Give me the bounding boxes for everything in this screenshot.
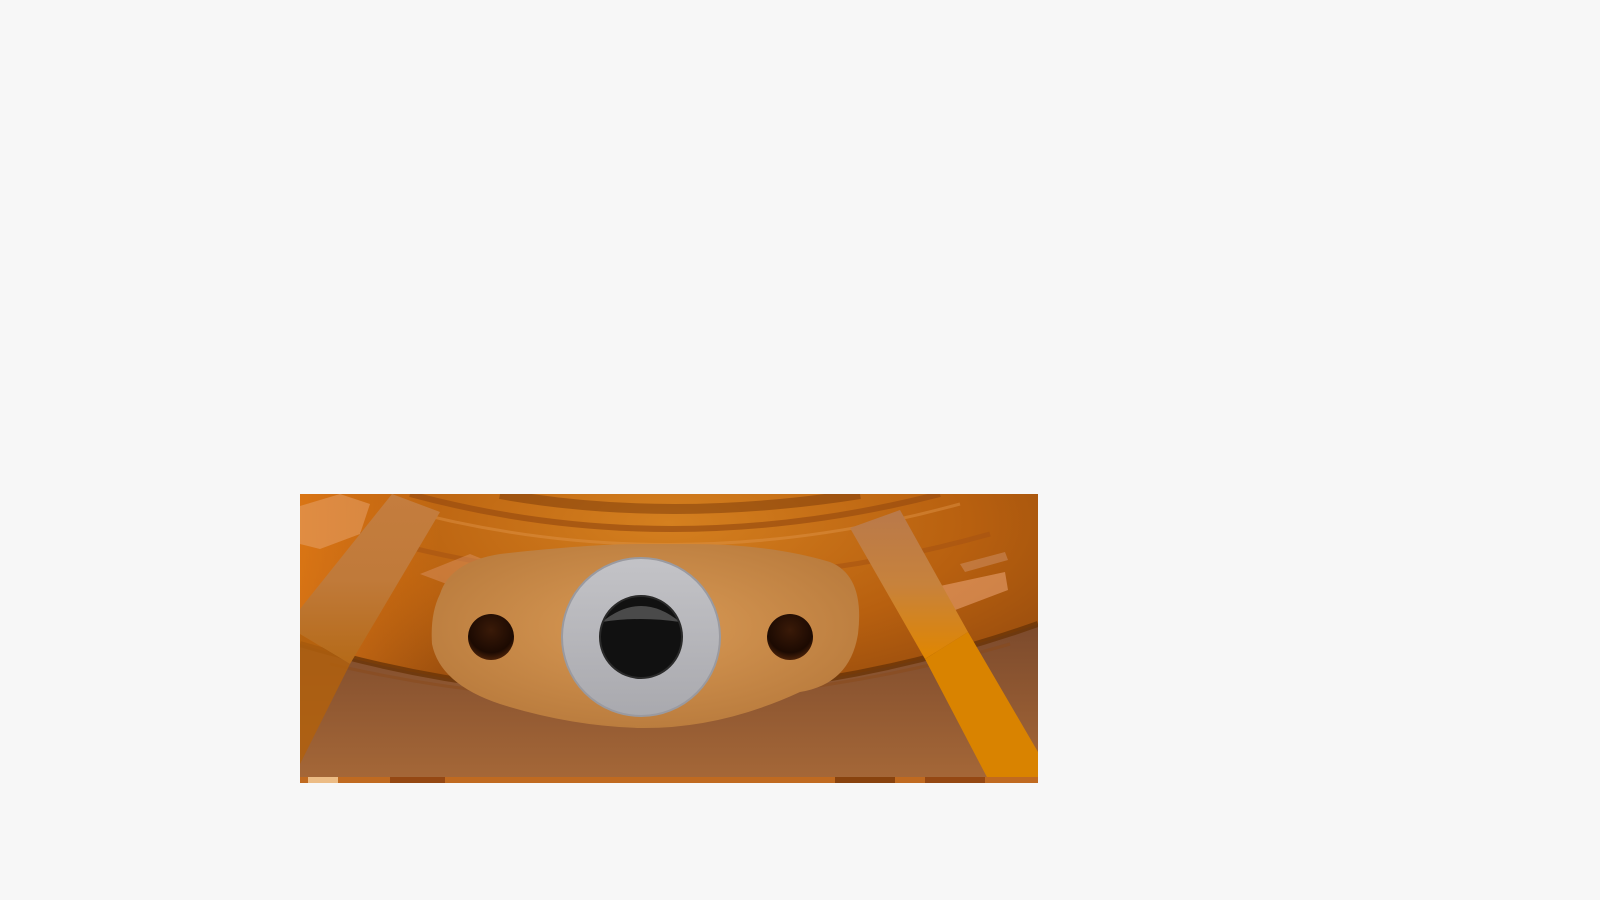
strip-patch-1 (308, 777, 338, 783)
bolt-hole-left (468, 614, 514, 660)
render-viewport[interactable] (300, 494, 1038, 783)
bolt-hole-right (767, 614, 813, 660)
strip-patch-4 (925, 777, 985, 783)
page (0, 0, 1600, 900)
strip-patch-2 (390, 777, 445, 783)
render-svg (300, 494, 1038, 783)
strip-patch-3 (835, 777, 895, 783)
